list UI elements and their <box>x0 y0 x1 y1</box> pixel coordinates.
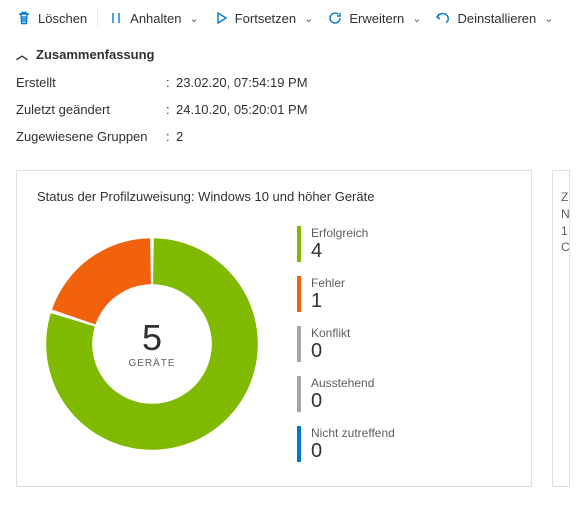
legend-item[interactable]: Ausstehend0 <box>297 376 395 412</box>
uninstall-button[interactable]: Deinstallieren ⌄ <box>431 8 557 28</box>
legend-label: Fehler <box>311 276 345 290</box>
chevron-down-icon: ⌄ <box>544 12 553 25</box>
cards-row: Status der Profilzuweisung: Windows 10 u… <box>0 150 586 507</box>
extend-button[interactable]: Erweitern ⌄ <box>323 8 425 28</box>
legend-label: Erfolgreich <box>311 226 368 240</box>
legend-item[interactable]: Fehler1 <box>297 276 395 312</box>
toolbar-separator <box>97 8 98 28</box>
status-card: Status der Profilzuweisung: Windows 10 u… <box>16 170 532 487</box>
legend-item[interactable]: Erfolgreich4 <box>297 226 395 262</box>
status-card-title: Status der Profilzuweisung: Windows 10 u… <box>37 189 511 204</box>
refresh-icon <box>327 10 343 26</box>
summary-row: Zugewiesene Gruppen:2 <box>0 123 586 150</box>
legend-value: 1 <box>311 290 345 312</box>
side-card: ZN1C <box>552 170 570 487</box>
pause-label: Anhalten <box>130 11 181 26</box>
legend-color <box>297 376 301 412</box>
chevron-up-icon: ︿ <box>16 46 28 63</box>
summary-value: 24.10.20, 05:20:01 PM <box>176 102 308 117</box>
resume-label: Fortsetzen <box>235 11 296 26</box>
summary-key: Zuletzt geändert <box>16 102 166 117</box>
summary-key: Zugewiesene Gruppen <box>16 129 166 144</box>
summary-row: Erstellt:23.02.20, 07:54:19 PM <box>0 69 586 96</box>
resume-button[interactable]: Fortsetzen ⌄ <box>209 8 318 28</box>
legend: Erfolgreich4Fehler1Konflikt0Ausstehend0N… <box>297 226 395 462</box>
uninstall-label: Deinstallieren <box>457 11 536 26</box>
pause-icon <box>108 10 124 26</box>
summary-value: 2 <box>176 129 183 144</box>
legend-value: 0 <box>311 390 374 412</box>
donut-center: 5 GERÄTE <box>37 229 267 459</box>
summary-value: 23.02.20, 07:54:19 PM <box>176 75 308 90</box>
summary-row: Zuletzt geändert:24.10.20, 05:20:01 PM <box>0 96 586 123</box>
legend-value: 0 <box>311 340 350 362</box>
play-icon <box>213 10 229 26</box>
undo-icon <box>435 10 451 26</box>
extend-label: Erweitern <box>349 11 404 26</box>
legend-item[interactable]: Konflikt0 <box>297 326 395 362</box>
donut-total-label: GERÄTE <box>128 358 175 369</box>
summary-list: Erstellt:23.02.20, 07:54:19 PMZuletzt ge… <box>0 69 586 150</box>
chevron-down-icon: ⌄ <box>304 12 313 25</box>
legend-label: Ausstehend <box>311 376 374 390</box>
delete-button[interactable]: Löschen <box>12 8 91 28</box>
donut-total: 5 <box>142 320 162 356</box>
legend-color <box>297 226 301 262</box>
chevron-down-icon: ⌄ <box>412 12 421 25</box>
legend-label: Konflikt <box>311 326 350 340</box>
legend-color <box>297 426 301 462</box>
legend-value: 0 <box>311 440 395 462</box>
legend-label: Nicht zutreffend <box>311 426 395 440</box>
chevron-down-icon: ⌄ <box>189 12 198 25</box>
trash-icon <box>16 10 32 26</box>
toolbar: Löschen Anhalten ⌄ Fortsetzen ⌄ Erweiter… <box>0 0 586 36</box>
donut-chart: 5 GERÄTE <box>37 229 267 459</box>
legend-color <box>297 326 301 362</box>
summary-header[interactable]: ︿ Zusammenfassung <box>0 36 586 69</box>
legend-item[interactable]: Nicht zutreffend0 <box>297 426 395 462</box>
summary-title: Zusammenfassung <box>36 47 154 62</box>
legend-value: 4 <box>311 240 368 262</box>
summary-key: Erstellt <box>16 75 166 90</box>
pause-button[interactable]: Anhalten ⌄ <box>104 8 203 28</box>
delete-label: Löschen <box>38 11 87 26</box>
legend-color <box>297 276 301 312</box>
chart-row: 5 GERÄTE Erfolgreich4Fehler1Konflikt0Aus… <box>37 226 511 462</box>
